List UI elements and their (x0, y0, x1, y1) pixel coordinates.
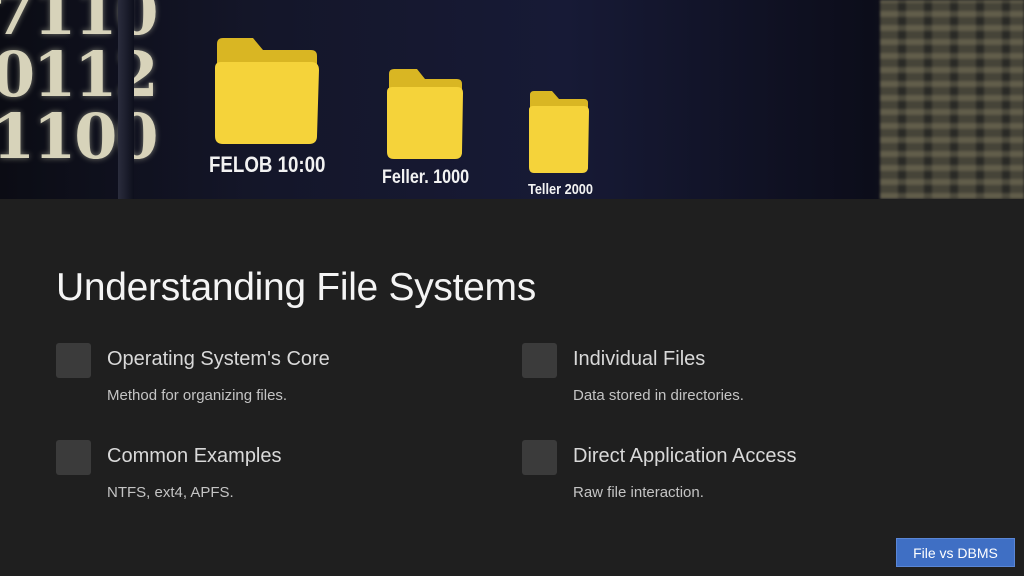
folder-label: Feller. 1000 (382, 167, 470, 188)
feature-heading: Individual Files (573, 348, 706, 370)
square-icon (56, 343, 91, 378)
feature-heading: Operating System's Core (107, 348, 330, 370)
square-icon (522, 440, 557, 475)
hero-image: 7110 0112 1100 FELOB 10:00 Feller. 1000 … (0, 0, 1024, 199)
blurred-screen (880, 0, 1024, 199)
feature-description: Method for organizing files. (107, 387, 288, 404)
square-icon (522, 343, 557, 378)
feature-heading: Common Examples (107, 445, 282, 467)
feature-heading: Direct Application Access (573, 445, 797, 467)
folder-label: Teller 2000 (528, 181, 593, 198)
feature-description: Data stored in directories. (573, 387, 744, 404)
folder-icon (527, 88, 591, 174)
folder-label: FELOB 10:00 (209, 152, 326, 177)
feature-description: Raw file interaction. (573, 484, 704, 501)
folder-icon (385, 66, 465, 160)
feature-description: NTFS, ext4, APFS. (107, 484, 234, 501)
folder-icon (211, 34, 321, 146)
square-icon (56, 440, 91, 475)
file-vs-dbms-button[interactable]: File vs DBMS (896, 538, 1015, 567)
slide-title: Understanding File Systems (56, 266, 536, 309)
monitor-bezel (118, 0, 134, 199)
